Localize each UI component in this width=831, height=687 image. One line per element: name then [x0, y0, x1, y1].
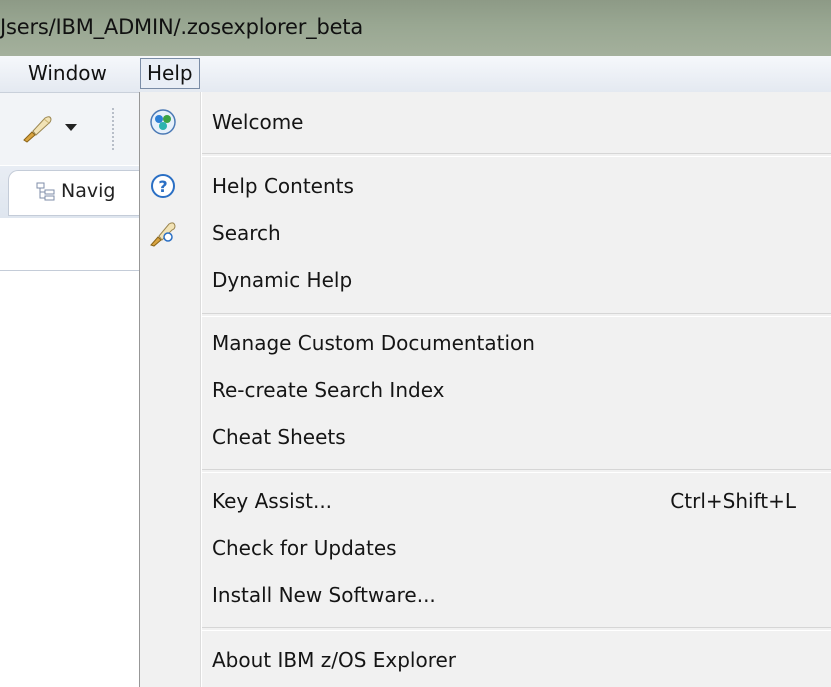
help-contents-icon: ?	[151, 174, 175, 198]
menu-item-help-contents-label: Help Contents	[212, 174, 354, 198]
menu-item-dynamic-help[interactable]: Dynamic Help	[140, 258, 831, 302]
menu-item-check-for-updates-label: Check for Updates	[212, 536, 397, 560]
chevron-down-icon[interactable]	[65, 124, 77, 131]
svg-text:?: ?	[158, 177, 167, 196]
menu-separator	[202, 313, 831, 317]
navigator-panel	[0, 218, 140, 271]
menu-item-check-for-updates[interactable]: Check for Updates	[140, 526, 831, 570]
tab-navigator[interactable]: Navig	[8, 170, 148, 216]
menu-help[interactable]: Help	[140, 58, 200, 89]
brush-icon[interactable]	[20, 113, 54, 143]
menu-separator	[202, 153, 831, 157]
menu-item-search-label: Search	[212, 221, 281, 245]
menu-item-search[interactable]: Search	[140, 211, 831, 255]
window-title: Jsers/IBM_ADMIN/.zosexplorer_beta	[0, 15, 364, 39]
menu-item-help-contents[interactable]: ? Help Contents	[140, 164, 831, 208]
menu-separator	[202, 469, 831, 473]
navigator-icon	[36, 182, 55, 201]
menu-item-recreate-search-index-label: Re-create Search Index	[212, 378, 445, 402]
menu-item-manage-custom-documentation[interactable]: Manage Custom Documentation	[140, 321, 831, 365]
help-menu-dropdown: Welcome ? Help Contents Search Dynamic H…	[139, 92, 831, 687]
menu-item-welcome[interactable]: Welcome	[140, 100, 831, 144]
menu-item-manage-custom-documentation-label: Manage Custom Documentation	[212, 331, 535, 355]
tab-navigator-label: Navig	[61, 180, 116, 202]
menu-item-about-label: About IBM z/OS Explorer	[212, 648, 457, 672]
menu-item-dynamic-help-label: Dynamic Help	[212, 268, 353, 292]
menu-item-key-assist[interactable]: Key Assist... Ctrl+Shift+L	[140, 479, 831, 523]
menu-window[interactable]: Window	[22, 58, 113, 88]
menu-item-cheat-sheets-label: Cheat Sheets	[212, 425, 346, 449]
menu-item-welcome-label: Welcome	[212, 110, 304, 134]
menu-item-install-new-software-label: Install New Software...	[212, 583, 436, 607]
menu-item-install-new-software[interactable]: Install New Software...	[140, 573, 831, 617]
toolbar-separator	[112, 108, 114, 152]
menu-item-about[interactable]: About IBM z/OS Explorer	[140, 638, 831, 682]
search-icon	[150, 222, 176, 247]
menu-item-recreate-search-index[interactable]: Re-create Search Index	[140, 368, 831, 412]
menu-item-key-assist-label: Key Assist...	[212, 489, 333, 513]
title-bar: Jsers/IBM_ADMIN/.zosexplorer_beta	[0, 0, 831, 56]
menu-item-key-assist-shortcut: Ctrl+Shift+L	[670, 489, 796, 513]
welcome-icon	[150, 109, 176, 135]
menu-item-cheat-sheets[interactable]: Cheat Sheets	[140, 415, 831, 459]
menu-separator	[202, 627, 831, 631]
menu-bar: Window Help	[0, 56, 831, 93]
